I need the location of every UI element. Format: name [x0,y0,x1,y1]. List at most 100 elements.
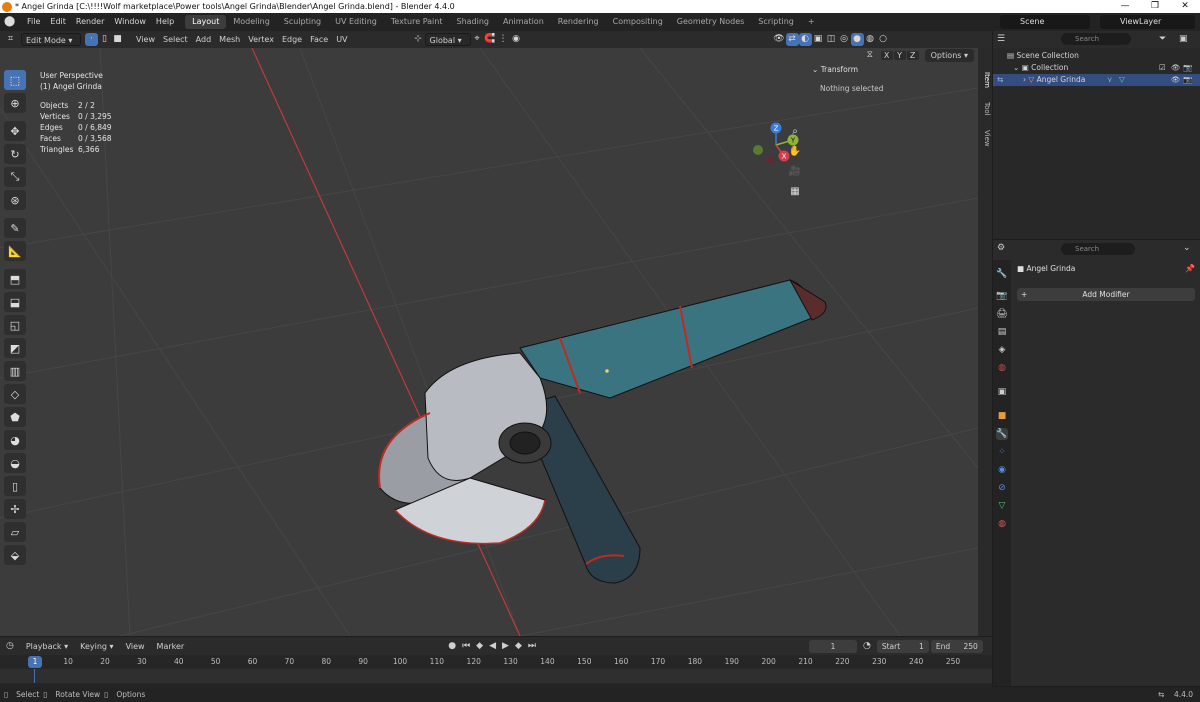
menu-add[interactable]: Add [192,33,216,46]
properties-search-input[interactable]: Search [1061,243,1135,255]
scene-tab-icon[interactable]: ◈ [996,344,1008,356]
play-reverse-icon[interactable]: ◀ [486,641,499,651]
transform-section-header[interactable]: ⌄ Transform [812,64,972,76]
menu-uv[interactable]: UV [332,33,351,46]
face-select-icon[interactable]: ■ [111,33,124,46]
current-frame-field[interactable]: 1 [808,639,857,653]
tab-geometry-nodes[interactable]: Geometry Nodes [670,15,751,29]
menu-face[interactable]: Face [306,33,332,46]
mirror-z-toggle[interactable]: Z [906,50,919,60]
outliner-row-scene-collection[interactable]: ▤ Scene Collection [993,50,1200,62]
jump-end-icon[interactable]: ⏭ [525,641,539,651]
data-tab-icon[interactable]: ▽ [996,500,1008,512]
clock-icon[interactable]: ◷ [0,641,20,651]
wireframe-shading-icon[interactable]: ◎ [838,33,851,46]
snap-icon[interactable]: 🧲 [484,33,497,46]
outliner-row-angel-grinda[interactable]: ⇆ › ▽ Angel Grinda ⋎ ▽ 👁 📷 [993,74,1200,86]
menu-help[interactable]: Help [151,13,179,31]
outliner-editor-icon[interactable]: ☰ [997,34,1005,44]
menu-view[interactable]: View [132,33,159,46]
tab-uv-editing[interactable]: UV Editing [328,15,384,29]
close-button[interactable]: ✕ [1170,0,1200,13]
smooth-tool[interactable]: ◒ [4,453,26,473]
select-box-tool[interactable]: ⬚ [4,70,26,90]
world-tab-icon[interactable]: ◍ [996,362,1008,374]
view-menu[interactable]: View [120,642,151,651]
outliner-row-collection[interactable]: ⌄ ▣ Collection ☑ 👁 📷 [993,62,1200,74]
checkbox-icon[interactable]: ☑ [1159,62,1166,74]
overlay-toggle-icon[interactable]: ◐ [798,33,812,46]
object-tab-icon[interactable]: ■ [996,410,1008,422]
menu-file[interactable]: File [22,13,45,31]
extrude-tool[interactable]: ⬓ [4,292,26,312]
play-icon[interactable]: ▶ [499,641,512,651]
marker-menu[interactable]: Marker [151,642,191,651]
options-dropdown[interactable]: Options ▾ [924,48,974,62]
menu-edge[interactable]: Edge [278,33,306,46]
mode-dropdown[interactable]: Edit Mode ▾ [21,33,81,46]
tool-tab-icon[interactable]: 🔧 [996,268,1008,280]
collection-tab-icon[interactable]: ▣ [996,386,1008,398]
modifier-tab-icon[interactable]: 🔧 [996,428,1008,440]
tab-rendering[interactable]: Rendering [551,15,606,29]
menu-mesh[interactable]: Mesh [215,33,244,46]
cursor-tool[interactable]: ⊕ [4,93,26,113]
edit-mode-icon[interactable]: ⇆ [997,74,1003,86]
zoom-icon[interactable]: ⌕ [786,124,804,140]
filter-icon[interactable]: ⏷ [1159,34,1166,44]
end-frame-field[interactable]: End 250 [930,639,983,653]
shrink-fatten-tool[interactable]: ✢ [4,499,26,519]
menu-edit[interactable]: Edit [45,13,71,31]
sidebar-tab-view[interactable]: View [979,130,991,147]
eye-icon[interactable]: 👁 [1171,74,1181,86]
particles-tab-icon[interactable]: ⁘ [996,446,1008,458]
bevel-tool[interactable]: ◩ [4,338,26,358]
menu-window[interactable]: Window [109,13,151,31]
xray-icon[interactable]: ◫ [825,33,838,46]
new-collection-icon[interactable]: ▣ [1179,34,1188,44]
transform-tool[interactable]: ⊛ [4,190,26,210]
3d-viewport[interactable]: ⧖ X Y Z Options ▾ Z Y X ⌕ ✋ 🎥 ▦ ⌄ Transf… [0,48,978,636]
orientation-dropdown[interactable]: Global ▾ [424,33,471,46]
edge-select-icon[interactable]: ▯ [98,33,111,46]
chevron-down-icon[interactable]: ⌄ [1183,243,1191,253]
playback-menu[interactable]: Playback ▾ [20,642,74,651]
tab-animation[interactable]: Animation [496,15,551,29]
menu-select[interactable]: Select [159,33,192,46]
pin-icon[interactable]: 📌 [1185,264,1195,273]
tab-scripting[interactable]: Scripting [751,15,801,29]
menu-vertex[interactable]: Vertex [244,33,278,46]
camera-view-icon[interactable]: 🎥 [786,164,804,180]
tab-compositing[interactable]: Compositing [606,15,670,29]
view-layer-tab-icon[interactable]: ▤ [996,326,1008,338]
frame-ruler[interactable]: 1 10 20 30 40 50 60 70 80 90 100 110 120 130 140 150 160… [0,655,992,669]
tab-layout[interactable]: Layout [185,15,227,29]
poly-build-tool[interactable]: ⬟ [4,407,26,427]
gizmo-toggle-icon[interactable]: ⇄ [785,33,799,46]
mirror-x-toggle[interactable]: X [880,50,893,60]
minimize-button[interactable]: — [1110,0,1140,13]
mirror-icon[interactable]: ⧖ [867,50,881,60]
ortho-grid-icon[interactable]: ▦ [786,184,804,200]
snap-target-icon[interactable]: ⋮ [497,33,510,46]
measure-tool[interactable]: 📐 [4,241,26,261]
viewlayer-selector[interactable]: ViewLayer [1100,15,1195,29]
render-tab-icon[interactable]: 📷 [996,290,1008,302]
shear-tool[interactable]: ▱ [4,522,26,542]
record-icon[interactable]: ● [445,641,459,651]
orientation-icon[interactable]: ⊹ [412,33,425,46]
sidebar-tab-item[interactable]: Item [979,72,991,88]
maximize-button[interactable]: ❐ [1140,0,1170,13]
stopwatch-icon[interactable]: ◔ [857,641,877,651]
tab-modeling[interactable]: Modeling [226,15,276,29]
menu-render[interactable]: Render [71,13,109,31]
annotate-tool[interactable]: ✎ [4,218,26,238]
pivot-icon[interactable]: ⌖ [471,33,484,46]
visibility-icon[interactable]: 👁 [773,33,786,46]
outliner-search-input[interactable]: Search [1061,33,1131,45]
spin-tool[interactable]: ◕ [4,430,26,450]
tab-texture-paint[interactable]: Texture Paint [384,15,450,29]
next-keyframe-icon[interactable]: ◆ [512,641,525,651]
sidebar-tab-tool[interactable]: Tool [979,102,991,116]
mirror-y-toggle[interactable]: Y [893,50,906,60]
